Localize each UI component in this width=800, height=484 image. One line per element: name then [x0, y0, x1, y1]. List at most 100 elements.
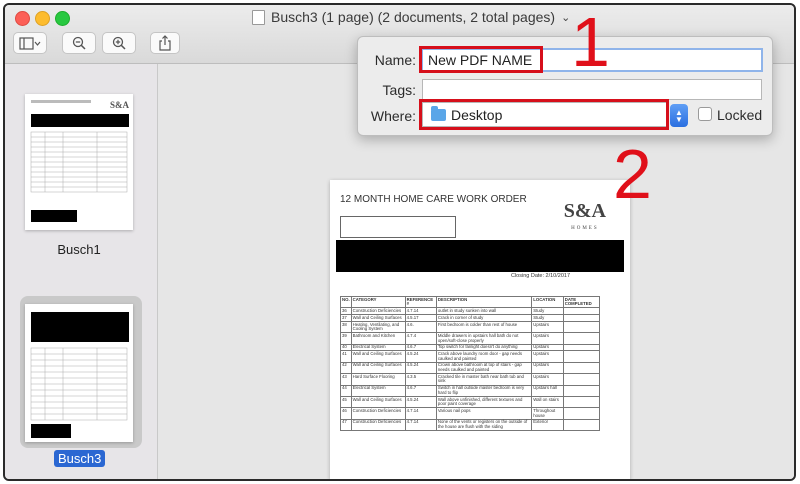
table-cell: First bedroom is colder than rest of hou… — [435, 320, 533, 334]
zoom-out-button[interactable] — [62, 32, 96, 54]
table-cell: Top switch for fanlight doesn't do anyth… — [435, 343, 533, 352]
table-cell: Wall and Ceiling Surfaces — [350, 395, 406, 409]
share-icon — [159, 35, 171, 51]
thumbnail-busch3[interactable] — [25, 304, 133, 442]
table-row: 44 Electrical System 4.6.7 Switch in hall o… — [340, 384, 601, 397]
table-cell: Upstairs — [531, 350, 564, 363]
table-cell: Upstairs — [531, 373, 564, 386]
table-cell: Upstairs — [531, 343, 564, 352]
document-note-box — [340, 216, 456, 238]
table-cell: 4.6.7 — [404, 384, 437, 397]
table-cell — [562, 320, 601, 334]
table-row: 38 Heating, Ventilating, and Cooling Syst… — [340, 320, 601, 334]
work-order-table: NO. CATEGORY REFERENCE # DESCRIPTION LOCATIO… — [340, 295, 601, 432]
table-cell: Hard Surface Flooring — [350, 373, 406, 386]
zoom-in-icon — [112, 36, 126, 50]
table-cell: 37 — [340, 314, 352, 322]
table-cell: Cracked tile in master bath near bath tu… — [435, 373, 533, 386]
table-cell: Study — [531, 314, 564, 322]
table-cell: 4.7.14 — [404, 407, 437, 420]
table-cell: Middle drawers in upstairs hall bath do … — [435, 332, 533, 345]
chevron-down-icon[interactable]: ⌄ — [561, 11, 570, 24]
table-cell: 4.5.24 — [404, 350, 437, 363]
sidebar-icon — [19, 36, 41, 50]
table-cell: 44 — [340, 384, 352, 397]
table-cell: Construction Deficiencies — [350, 418, 406, 432]
thumbnail-sidebar: S&A Busch1 Busch3 — [5, 64, 158, 479]
table-cell: Upstairs — [531, 361, 564, 375]
redaction-bar — [336, 240, 624, 272]
table-cell — [562, 343, 601, 352]
table-cell: Crown above bathroom at top of stairs - … — [435, 361, 533, 375]
table-header-cell: NO. — [340, 295, 352, 309]
table-cell: 36 — [340, 307, 352, 316]
window-title-text: Busch3 (1 page) (2 documents, 2 total pa… — [271, 9, 556, 25]
locked-label[interactable]: Locked — [717, 107, 762, 123]
thumbnail-busch1[interactable]: S&A — [25, 94, 133, 230]
step2-annotation: 2 — [613, 135, 652, 213]
table-cell: Wall and Ceiling Surfaces — [350, 350, 406, 363]
table-row: 40 Electrical System 4.6.7 Top switch for f… — [340, 343, 601, 352]
table-cell: Wall and Ceiling Surfaces — [350, 314, 406, 322]
document-icon — [252, 9, 265, 25]
table-cell: 47 — [340, 418, 352, 432]
table-cell: Various nail pops — [435, 407, 533, 420]
table-cell — [562, 307, 601, 316]
table-cell: 4.5.24 — [404, 395, 437, 409]
zoom-in-button[interactable] — [102, 32, 136, 54]
table-cell: Upstairs — [531, 320, 564, 334]
close-button[interactable] — [15, 11, 30, 26]
table-cell: 45 — [340, 395, 352, 409]
table-cell: Construction Deficiencies — [350, 307, 406, 316]
table-cell: Electrical System — [350, 343, 406, 352]
table-cell: 41 — [340, 350, 352, 363]
table-header-cell: CATEGORY — [350, 295, 406, 309]
table-row: 43 Hard Surface Flooring 4.3.5 Cracked tile… — [340, 373, 601, 386]
table-cell: 4.6. — [404, 320, 437, 334]
window-title[interactable]: Busch3 (1 page) (2 documents, 2 total pa… — [252, 9, 570, 25]
table-row: 45 Wall and Ceiling Surfaces 4.5.24 Wall ab… — [340, 395, 601, 409]
table-cell: Heating, Ventilating, and Cooling System — [350, 320, 406, 334]
chevron-down-icon: ▼ — [675, 114, 683, 124]
table-row: 41 Wall and Ceiling Surfaces 4.5.24 Crack a… — [340, 350, 601, 363]
table-row: 39 Bathroom and Kitchen 4.7.4 Middle drawer… — [340, 332, 601, 345]
thumbnail-label-selected[interactable]: Busch3 — [54, 450, 106, 467]
zoom-out-icon — [72, 36, 86, 50]
table-cell: Study — [531, 307, 564, 316]
step1-annotation: 1 — [571, 3, 610, 81]
table-row: 46 Construction Deficiencies 4.7.14 Various… — [340, 407, 601, 420]
company-logo: S&A HOMES — [563, 200, 606, 231]
table-header-cell: REFERENCE # — [404, 295, 437, 309]
table-cell: 38 — [340, 320, 352, 334]
table-row: 47 Construction Deficiencies 4.7.14 None of… — [340, 418, 601, 432]
table-cell: Crack above laundry room door - gap need… — [435, 350, 533, 363]
document-title: 12 MONTH HOME CARE WORK ORDER — [340, 194, 527, 205]
sidebar-toggle-button[interactable] — [13, 32, 47, 54]
table-cell — [562, 395, 601, 409]
preview-window: Busch3 (1 page) (2 documents, 2 total pa… — [3, 3, 796, 481]
table-cell — [562, 384, 601, 397]
minimize-button[interactable] — [35, 11, 50, 26]
table-cell: 4.7.4 — [404, 332, 437, 345]
table-cell: Construction Deficiencies — [350, 407, 406, 420]
share-button[interactable] — [150, 32, 180, 54]
zoom-window-button[interactable] — [55, 11, 70, 26]
table-cell — [562, 418, 601, 432]
step2-highlight-box — [419, 99, 669, 130]
table-row: 36 Construction Deficiencies 4.7.14 outlet … — [340, 307, 601, 316]
where-stepper[interactable]: ▲ ▼ — [670, 104, 688, 127]
tags-field[interactable] — [422, 79, 762, 100]
table-row: 42 Wall and Ceiling Surfaces 4.5.24 Crown a… — [340, 361, 601, 375]
table-cell: 46 — [340, 407, 352, 420]
table-header-cell: LOCATION — [531, 295, 564, 309]
table-cell — [562, 350, 601, 363]
locked-checkbox[interactable] — [698, 107, 712, 121]
table-cell: Electrical System — [350, 384, 406, 397]
thumbnail-label[interactable]: Busch1 — [25, 242, 133, 257]
tags-label: Tags: — [382, 82, 416, 98]
table-cell: None of the vents or registers on the ou… — [435, 418, 533, 432]
name-label: Name: — [374, 52, 416, 68]
table-cell: Wall on stairs — [531, 395, 564, 409]
step1-highlight-box — [419, 46, 543, 73]
page-thumbnail-image — [30, 312, 129, 438]
